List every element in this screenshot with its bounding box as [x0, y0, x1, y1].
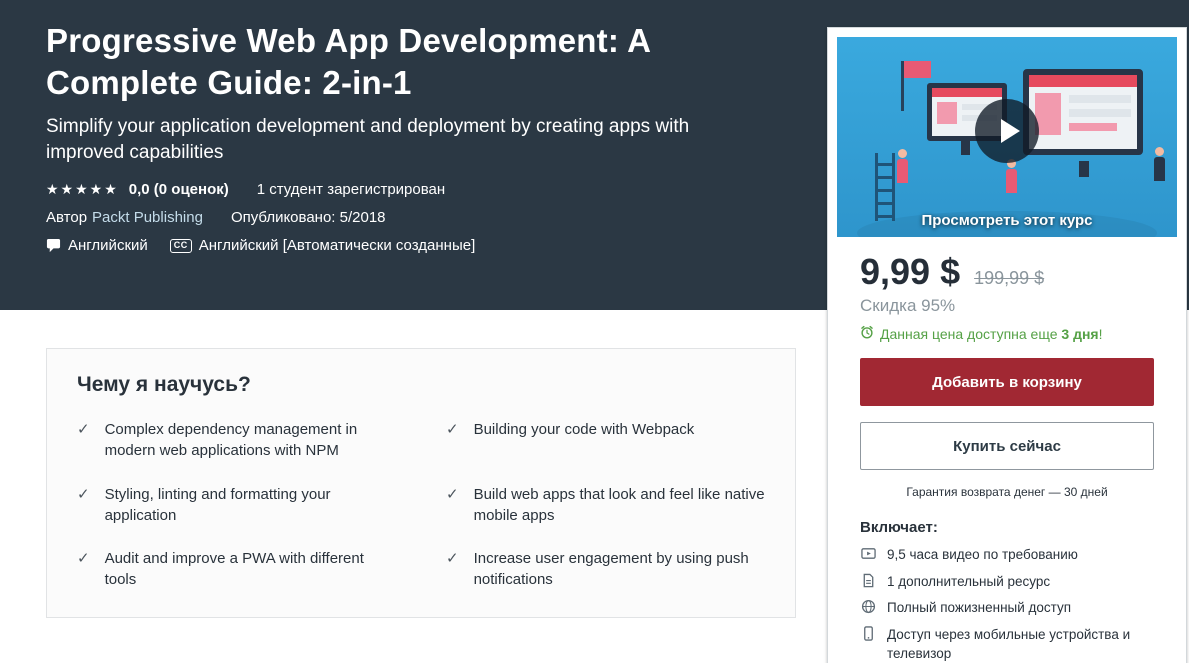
play-icon — [1001, 119, 1020, 143]
checkmark-icon: ✓ — [77, 419, 90, 440]
closed-captions-icon: CC — [170, 239, 192, 253]
preview-course-label: Просмотреть этот курс — [837, 212, 1177, 229]
file-icon — [860, 573, 877, 588]
learn-item: ✓ Complex dependency management in moder… — [77, 419, 396, 462]
learn-item: ✓ Increase user engagement by using push… — [446, 548, 765, 591]
deadline-text: Данная цена доступна еще 3 дня! — [880, 326, 1102, 342]
video-icon — [860, 546, 877, 561]
original-price: 199,99 $ — [974, 268, 1044, 289]
thumbnail-large-monitor-stand — [1079, 161, 1089, 177]
include-item: Полный пожизненный доступ — [860, 598, 1154, 618]
course-preview-thumbnail[interactable]: Просмотреть этот курс — [837, 37, 1177, 237]
learn-items-grid: ✓ Complex dependency management in moder… — [77, 419, 765, 591]
author-label: Автор — [46, 209, 87, 226]
deadline-days: 3 дня — [1061, 326, 1098, 342]
checkmark-icon: ✓ — [446, 484, 459, 505]
rating-value: 0,0 (0 оценок) — [129, 181, 229, 198]
add-to-cart-button[interactable]: Добавить в корзину — [860, 358, 1154, 406]
star-rating-icon: ★★★★★ — [46, 181, 119, 198]
include-item: 9,5 часа видео по требованию — [860, 545, 1154, 565]
price-deadline: Данная цена доступна еще 3 дня! — [860, 325, 1154, 342]
include-item-text: Доступ через мобильные устройства и теле… — [887, 625, 1154, 663]
what-you-learn-title: Чему я научусь? — [77, 373, 765, 397]
current-price: 9,99 $ — [860, 251, 960, 293]
buy-now-button[interactable]: Купить сейчас — [860, 422, 1154, 470]
main-content: Чему я научусь? ✓ Complex dependency man… — [0, 310, 827, 663]
lifetime-access-icon — [860, 599, 877, 614]
include-item-text: Полный пожизненный доступ — [887, 598, 1071, 618]
include-item: 1 дополнительный ресурс — [860, 572, 1154, 592]
checkmark-icon: ✓ — [446, 419, 459, 440]
purchase-card: Просмотреть этот курс 9,99 $ 199,99 $ Ск… — [827, 27, 1187, 663]
what-you-learn-box: Чему я научусь? ✓ Complex dependency man… — [46, 348, 796, 618]
learn-item-text: Audit and improve a PWA with different t… — [105, 548, 396, 591]
include-item-text: 1 дополнительный ресурс — [887, 572, 1050, 592]
play-button[interactable] — [975, 99, 1039, 163]
thumbnail-flag-shape — [904, 61, 931, 78]
course-subtitle: Simplify your application development an… — [46, 114, 761, 165]
learn-item: ✓ Audit and improve a PWA with different… — [77, 548, 396, 591]
learn-item: ✓ Styling, linting and formatting your a… — [77, 484, 396, 527]
learn-item: ✓ Building your code with Webpack — [446, 419, 765, 462]
alarm-clock-icon — [860, 325, 874, 342]
learn-item-text: Build web apps that look and feel like n… — [474, 484, 765, 527]
purchase-card-body: 9,99 $ 199,99 $ Скидка 95% Данная цена д… — [828, 251, 1186, 663]
includes-title: Включает: — [860, 519, 1154, 536]
include-item-text: 9,5 часа видео по требованию — [887, 545, 1078, 565]
mobile-icon — [860, 626, 877, 641]
money-back-guarantee: Гарантия возврата денег — 30 дней — [860, 485, 1154, 499]
learn-item-text: Increase user engagement by using push n… — [474, 548, 765, 591]
thumbnail-person-figure — [897, 149, 908, 183]
learn-item-text: Styling, linting and formatting your app… — [105, 484, 396, 527]
thumbnail-ladder-shape — [875, 153, 895, 221]
course-title: Progressive Web App Development: A Compl… — [46, 20, 751, 103]
course-includes: Включает: 9,5 часа видео по требованию 1… — [860, 519, 1154, 663]
learn-item-text: Complex dependency management in modern … — [105, 419, 396, 462]
speech-bubble-icon — [46, 238, 61, 253]
thumbnail-large-monitor — [1023, 69, 1143, 155]
checkmark-icon: ✓ — [446, 548, 459, 569]
thumbnail-person-figure — [1006, 159, 1017, 193]
published-date: Опубликовано: 5/2018 — [231, 209, 386, 226]
learn-item-text: Building your code with Webpack — [474, 419, 695, 440]
price-row: 9,99 $ 199,99 $ — [860, 251, 1154, 293]
thumbnail-small-monitor-stand — [961, 141, 970, 155]
learn-item: ✓ Build web apps that look and feel like… — [446, 484, 765, 527]
audio-language: Английский — [68, 237, 148, 254]
thumbnail-person-figure — [1154, 147, 1165, 181]
checkmark-icon: ✓ — [77, 548, 90, 569]
captions-language: Английский [Автоматически созданные] — [199, 237, 475, 254]
discount-label: Скидка 95% — [860, 296, 1154, 316]
checkmark-icon: ✓ — [77, 484, 90, 505]
author-link[interactable]: Packt Publishing — [92, 209, 203, 226]
students-count: 1 студент зарегистрирован — [257, 181, 445, 198]
include-item: Доступ через мобильные устройства и теле… — [860, 625, 1154, 663]
